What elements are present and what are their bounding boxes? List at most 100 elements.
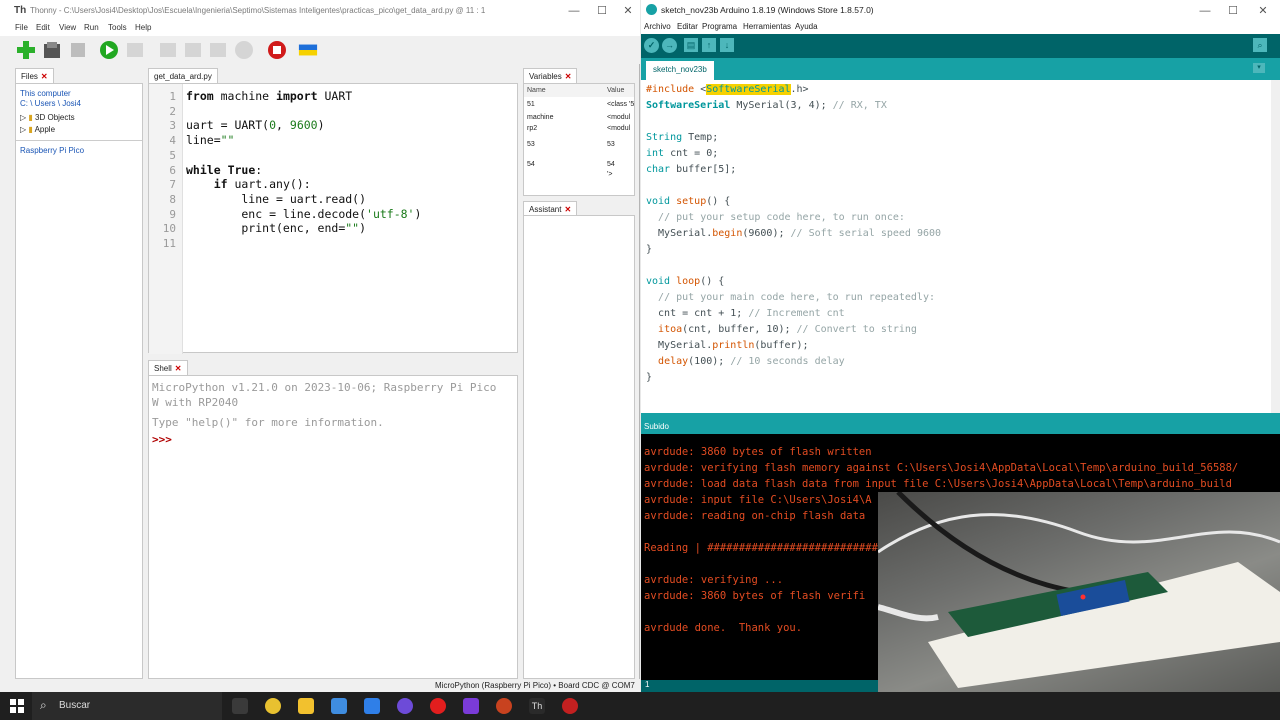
editor-scrollbar[interactable] <box>1271 80 1280 413</box>
close-icon[interactable]: ✕ <box>565 72 572 81</box>
divider <box>16 140 142 141</box>
maximize-button[interactable]: ☐ <box>1219 2 1247 20</box>
breadboard-image <box>878 492 1280 688</box>
task-view-icon[interactable] <box>232 698 248 714</box>
device-label[interactable]: Raspberry Pi Pico <box>20 146 84 155</box>
menu-file[interactable]: File <box>15 23 28 32</box>
close-icon[interactable]: ✕ <box>175 364 182 373</box>
editor-tab-label: get_data_ard.py <box>154 72 212 81</box>
assistant-panel <box>523 215 635 679</box>
save-sketch-icon[interactable]: ↓ <box>720 38 734 52</box>
line-number: 11 <box>162 237 176 250</box>
line-number: 5 <box>169 148 176 162</box>
close-icon[interactable]: ✕ <box>41 72 48 81</box>
menu-ayuda[interactable]: Ayuda <box>795 22 818 31</box>
teams-icon[interactable] <box>463 698 479 714</box>
variable-value: <modul <box>607 125 631 132</box>
taskbar-search-box[interactable]: ⌕ Buscar <box>32 692 222 720</box>
new-sketch-icon[interactable]: ▤ <box>684 38 698 52</box>
thonny-menubar: File Edit View Run Tools Help <box>0 22 640 36</box>
stop-icon[interactable] <box>267 40 287 60</box>
menu-edit[interactable]: Edit <box>36 23 50 32</box>
maximize-button[interactable]: ☐ <box>588 2 616 20</box>
menu-editar[interactable]: Editar <box>677 22 698 31</box>
open-sketch-icon[interactable]: ↑ <box>702 38 716 52</box>
upload-icon[interactable]: → <box>662 38 677 53</box>
arduino-code[interactable]: #include <SoftwareSerial.h> SoftwareSeri… <box>646 82 941 386</box>
line-number-gutter: 1 2 3 4 5 6 7 8 9 10 11 <box>149 84 183 354</box>
powerpoint-icon[interactable] <box>496 698 512 714</box>
menu-tools[interactable]: Tools <box>108 23 127 32</box>
mail-icon[interactable] <box>364 698 380 714</box>
folder-icon: ▮ <box>28 113 33 122</box>
tab-variables[interactable]: Variables ✕ <box>523 68 578 84</box>
open-file-icon[interactable] <box>42 40 62 60</box>
tab-editor[interactable]: get_data_ard.py <box>148 68 218 84</box>
tree-item-label: Apple <box>34 125 56 134</box>
step-out-icon[interactable] <box>208 40 228 60</box>
variable-name: 54 <box>527 161 535 168</box>
shell-banner-line2: W with RP2040 <box>152 396 239 409</box>
tree-item-3d-objects[interactable]: ▷ ▮ 3D Objects <box>20 113 75 122</box>
tab-shell[interactable]: Shell ✕ <box>148 360 188 376</box>
ukraine-flag-icon[interactable] <box>298 40 318 60</box>
editor-code[interactable]: from machine import UART uart = UART(0, … <box>186 89 421 236</box>
close-button[interactable]: ✕ <box>1249 2 1277 20</box>
arduino-code-editor[interactable]: #include <SoftwareSerial.h> SoftwareSeri… <box>641 80 1271 413</box>
step-over-icon[interactable] <box>158 40 178 60</box>
resume-icon[interactable] <box>234 40 254 60</box>
variables-panel: Name Value 51 <class '5 machine <modul rp2 <m… <box>523 83 635 196</box>
run-icon[interactable] <box>99 40 119 60</box>
step-into-icon[interactable] <box>183 40 203 60</box>
tab-sketch[interactable]: sketch_nov23b <box>646 61 714 80</box>
arduino-toolbar: ✓ → ▤ ↑ ↓ ⌕ <box>641 34 1280 58</box>
store-icon[interactable] <box>331 698 347 714</box>
menu-herramientas[interactable]: Herramientas <box>743 22 791 31</box>
menu-help[interactable]: Help <box>135 23 151 32</box>
verify-icon[interactable]: ✓ <box>644 38 659 53</box>
menu-run[interactable]: Run <box>84 23 99 32</box>
variable-name: 53 <box>527 141 535 148</box>
thonny-statusbar: MicroPython (Raspberry Pi Pico) • Board … <box>0 679 640 692</box>
search-icon: ⌕ <box>40 698 47 712</box>
thonny-taskbar-icon[interactable]: Th <box>529 698 545 714</box>
minimize-button[interactable]: — <box>560 2 588 20</box>
shell-prompt[interactable]: >>> <box>152 433 172 448</box>
tree-item-apple[interactable]: ▷ ▮ Apple <box>20 125 55 134</box>
shell-help-hint: Type "help()" for more information. <box>152 416 384 429</box>
shell-panel[interactable]: MicroPython v1.21.0 on 2023-10-06; Raspb… <box>148 375 518 679</box>
code-editor[interactable]: 1 2 3 4 5 6 7 8 9 10 11 from machine import UART u… <box>148 83 518 354</box>
variables-header: Name Value <box>524 84 634 97</box>
arduino-logo-icon <box>646 4 657 15</box>
save-file-icon[interactable] <box>68 40 88 60</box>
variable-name: 51 <box>527 101 535 108</box>
tab-files[interactable]: Files ✕ <box>15 68 54 84</box>
breadboard-photo <box>878 492 1280 692</box>
windows-start-icon[interactable] <box>10 699 24 713</box>
serial-monitor-icon[interactable]: ⌕ <box>1253 38 1267 52</box>
menu-programa[interactable]: Programa <box>702 22 737 31</box>
variable-value: 54 <box>607 161 615 168</box>
variable-value: <class '5 <box>607 101 635 108</box>
menu-archivo[interactable]: Archivo <box>644 22 671 31</box>
minimize-button[interactable]: — <box>1191 2 1219 20</box>
opera-icon[interactable] <box>430 698 446 714</box>
interpreter-status[interactable]: MicroPython (Raspberry Pi Pico) • Board … <box>435 681 635 690</box>
close-button[interactable]: ✕ <box>614 2 642 20</box>
path-breadcrumb[interactable]: C: \ Users \ Josi4 <box>20 99 81 108</box>
file-explorer-icon[interactable] <box>298 698 314 714</box>
new-file-icon[interactable] <box>16 40 36 60</box>
thonny-toolbar <box>0 36 640 64</box>
tab-menu-chevron-icon[interactable]: ▾ <box>1253 63 1265 73</box>
arduino-tabbar: sketch_nov23b ▾ <box>641 58 1280 80</box>
debug-icon[interactable] <box>125 40 145 60</box>
line-number: 2 <box>169 104 176 118</box>
folder-icon: ▮ <box>28 125 33 134</box>
close-icon[interactable]: ✕ <box>564 205 571 214</box>
menu-view[interactable]: View <box>59 23 76 32</box>
arduino-title: sketch_nov23b Arduino 1.8.19 (Windows St… <box>661 5 874 15</box>
variable-value: '> <box>607 171 613 178</box>
chrome-icon[interactable] <box>265 698 281 714</box>
recorder-icon[interactable] <box>562 698 578 714</box>
app-icon[interactable] <box>397 698 413 714</box>
